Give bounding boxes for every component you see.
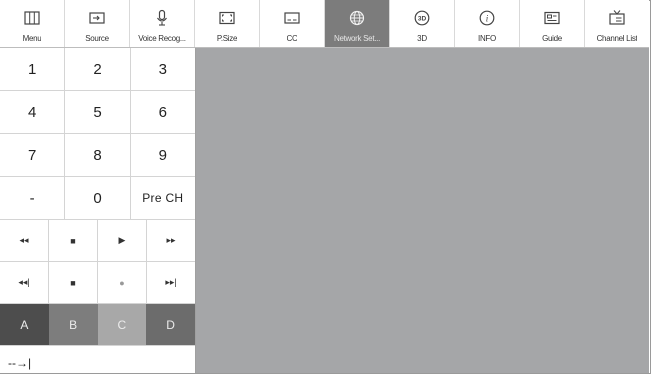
fast-forward-button[interactable]: ▸▸ <box>147 220 195 261</box>
keypad-row-2: 4 5 6 <box>0 91 195 134</box>
pre-ch-button[interactable]: Pre CH <box>131 177 195 219</box>
color-key-d[interactable]: D <box>146 304 195 345</box>
source-button[interactable]: Source <box>65 0 130 47</box>
toolbar: Menu Source Voice Recog... P.Size CC Net… <box>0 0 649 48</box>
keypad-row-1: 1 2 3 <box>0 48 195 91</box>
key-5[interactable]: 5 <box>65 91 131 133</box>
key-2[interactable]: 2 <box>65 48 131 90</box>
key-0[interactable]: 0 <box>65 177 131 219</box>
channel-list-label: Channel List <box>596 34 638 43</box>
microphone-icon <box>153 9 171 27</box>
key-3[interactable]: 3 <box>131 48 195 90</box>
menu-label: Menu <box>22 34 42 43</box>
guide-button[interactable]: Guide <box>520 0 585 47</box>
voice-recognition-label: Voice Recog... <box>138 34 186 43</box>
source-input-icon <box>88 9 106 27</box>
transport-row-2: ◂◂| ■ ● ▸▸| <box>0 262 195 304</box>
record-button[interactable]: ● <box>98 262 147 303</box>
key-4[interactable]: 4 <box>0 91 66 133</box>
network-settings-label: Network Set... <box>333 34 381 43</box>
picture-size-label: P.Size <box>216 34 238 43</box>
key-8[interactable]: 8 <box>65 134 131 176</box>
picture-size-button[interactable]: P.Size <box>195 0 260 47</box>
svg-text:3D: 3D <box>418 16 427 23</box>
skip-forward-button[interactable]: ▸▸| <box>147 262 195 303</box>
color-key-b[interactable]: B <box>48 304 98 345</box>
menu-grid-icon <box>23 9 41 27</box>
color-key-c[interactable]: C <box>97 304 147 345</box>
guide-label: Guide <box>542 34 562 43</box>
3d-icon: 3D <box>413 9 431 27</box>
tab-arrow-button[interactable]: --→| <box>8 356 31 370</box>
info-button[interactable]: i INFO <box>455 0 520 47</box>
closed-caption-label: CC <box>286 34 298 43</box>
keypad-row-3: 7 8 9 <box>0 134 195 177</box>
3d-button[interactable]: 3D 3D <box>390 0 455 47</box>
info-icon: i <box>478 9 496 27</box>
menu-button[interactable]: Menu <box>0 0 65 47</box>
key-dash[interactable]: - <box>0 177 66 219</box>
remote-keypad: 1 2 3 4 5 6 7 8 9 - 0 Pre CH ◂◂ ■ ▶ ▸▸ ◂… <box>0 48 196 373</box>
closed-caption-icon <box>283 9 301 27</box>
skip-back-button[interactable]: ◂◂| <box>0 262 49 303</box>
color-key-a[interactable]: A <box>0 304 49 345</box>
transport-row-1: ◂◂ ■ ▶ ▸▸ <box>0 220 195 262</box>
rewind-button[interactable]: ◂◂ <box>0 220 49 261</box>
network-settings-button[interactable]: Network Set... <box>325 0 390 47</box>
3d-label: 3D <box>417 34 427 43</box>
color-key-row: A B C D <box>0 304 195 345</box>
key-1[interactable]: 1 <box>0 48 66 90</box>
picture-size-icon <box>218 9 236 27</box>
key-6[interactable]: 6 <box>131 91 195 133</box>
closed-caption-button[interactable]: CC <box>260 0 325 47</box>
key-7[interactable]: 7 <box>0 134 66 176</box>
info-label: INFO <box>478 34 496 43</box>
svg-text:i: i <box>486 14 489 24</box>
main-content-area <box>196 48 649 373</box>
voice-recognition-button[interactable]: Voice Recog... <box>130 0 195 47</box>
channel-list-button[interactable]: Channel List <box>585 0 649 47</box>
channel-list-icon <box>608 9 626 27</box>
stop-button[interactable]: ■ <box>49 262 98 303</box>
guide-icon <box>543 9 561 27</box>
key-9[interactable]: 9 <box>131 134 195 176</box>
source-label: Source <box>85 34 109 43</box>
pause-button[interactable]: ■ <box>49 220 98 261</box>
play-button[interactable]: ▶ <box>98 220 147 261</box>
keypad-row-4: - 0 Pre CH <box>0 177 195 220</box>
globe-network-icon <box>348 9 366 27</box>
